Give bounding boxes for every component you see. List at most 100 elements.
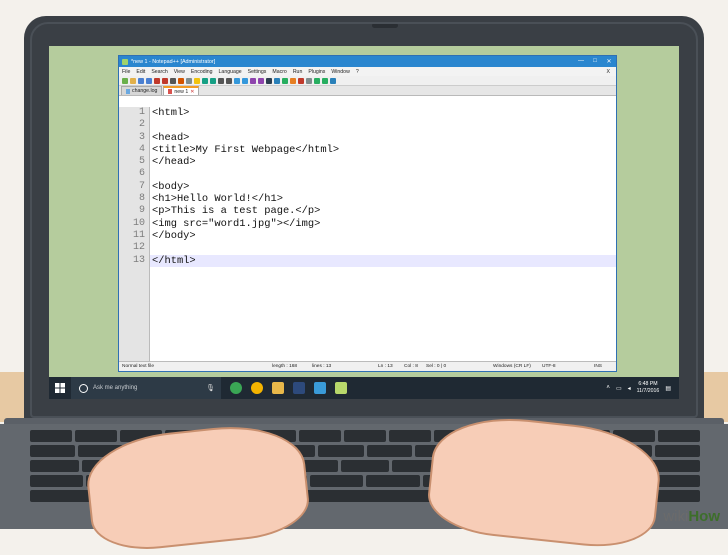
notepadpp-icon (122, 58, 128, 65)
webcam (372, 23, 398, 28)
record-macro-icon[interactable] (298, 77, 304, 84)
line-number: 10 (132, 217, 145, 229)
photoshop-icon[interactable] (293, 382, 305, 394)
editor-area[interactable]: 1 2 3 4 5 6 7 8 9 10 11 12 13 <html> <he… (119, 107, 616, 361)
find-icon[interactable] (218, 77, 224, 84)
menu-view[interactable]: View (174, 69, 185, 75)
menu-plugins[interactable]: Plugins (308, 69, 325, 75)
maximize-button[interactable]: □ (588, 58, 602, 65)
cortana-icon (79, 383, 88, 393)
code-line[interactable]: <h1>Hello World!</h1> (150, 193, 616, 205)
menu-macro[interactable]: Macro (272, 69, 286, 75)
menu-help[interactable]: ? (356, 69, 359, 75)
notifications-icon[interactable]: ▤ (665, 385, 671, 392)
line-number: 13 (132, 254, 145, 266)
code-line[interactable]: </head> (150, 156, 616, 168)
cortana-search[interactable]: Ask me anything 🎙 (71, 377, 221, 399)
line-number: 1 (138, 107, 145, 118)
menu-search[interactable]: Search (151, 69, 167, 75)
code-line[interactable]: </body> (150, 230, 616, 242)
file-icon (126, 88, 130, 94)
sync-scroll-icon[interactable] (250, 77, 256, 84)
line-number: 7 (138, 180, 145, 192)
unsaved-file-icon (168, 89, 173, 94)
volume-icon[interactable]: ◂ (628, 385, 631, 392)
close-all-icon[interactable] (162, 77, 168, 84)
code-line[interactable] (150, 119, 616, 131)
system-tray: ˄ ▭ ◂ 6:48 PM 11/7/2016 ▤ (606, 381, 679, 395)
xbox-icon[interactable] (230, 382, 242, 394)
tab-change-log[interactable]: change.log (121, 86, 163, 95)
zoom-in-icon[interactable] (234, 77, 240, 84)
minimize-button[interactable]: — (574, 58, 588, 65)
cut-icon[interactable] (178, 77, 184, 84)
line-position-status: Ln : 13 (378, 364, 393, 369)
line-number: 4 (138, 143, 145, 155)
open-file-icon[interactable] (130, 77, 136, 84)
replace-icon[interactable] (226, 77, 232, 84)
tab-close-icon[interactable]: ✕ (190, 89, 194, 95)
file-type-status: Normal text file (122, 364, 154, 369)
doc-map-icon[interactable] (282, 77, 288, 84)
menu-run[interactable]: Run (293, 69, 303, 75)
close-file-icon[interactable] (154, 77, 160, 84)
show-all-chars-icon[interactable] (266, 77, 272, 84)
code-line[interactable]: <html> (150, 107, 616, 119)
tab-label: change.log (132, 88, 158, 94)
window-title: *new 1 - Notepad++ [Administrator] (131, 58, 216, 65)
close-button[interactable]: ✕ (602, 58, 616, 65)
play-macro-icon[interactable] (314, 77, 320, 84)
close-document-icon[interactable]: X (607, 69, 610, 75)
menu-edit[interactable]: Edit (136, 69, 145, 75)
chrome-icon[interactable] (251, 382, 263, 394)
code-line[interactable]: <title>My First Webpage</html> (150, 144, 616, 156)
stop-macro-icon[interactable] (306, 77, 312, 84)
current-code-line[interactable]: </html> (150, 254, 616, 267)
selection-status: Sel : 0 | 0 (426, 364, 447, 369)
menu-file[interactable]: File (122, 69, 130, 75)
paste-icon[interactable] (194, 77, 200, 84)
code-line[interactable]: <head> (150, 132, 616, 144)
line-number: 12 (132, 242, 145, 254)
menu-bar: File Edit Search View Encoding Language … (119, 67, 616, 76)
start-button[interactable] (49, 377, 71, 399)
microphone-icon[interactable]: 🎙 (206, 384, 215, 392)
undo-icon[interactable] (202, 77, 208, 84)
code-line[interactable]: <body> (150, 181, 616, 193)
menu-settings[interactable]: Settings (248, 69, 267, 75)
line-number: 8 (138, 193, 145, 205)
zoom-out-icon[interactable] (242, 77, 248, 84)
edge-icon[interactable] (314, 382, 326, 394)
save-icon[interactable] (138, 77, 144, 84)
save-all-icon[interactable] (146, 77, 152, 84)
code-line[interactable] (150, 168, 616, 180)
file-explorer-icon[interactable] (272, 382, 284, 394)
run-macro-multiple-icon[interactable] (322, 77, 328, 84)
word-wrap-icon[interactable] (258, 77, 264, 84)
save-macro-icon[interactable] (330, 77, 336, 84)
lines-status: lines : 13 (312, 364, 332, 369)
network-icon[interactable]: ▭ (616, 385, 622, 392)
indent-guide-icon[interactable] (274, 77, 280, 84)
code-line[interactable] (150, 242, 616, 254)
menu-language[interactable]: Language (219, 69, 242, 75)
menu-encoding[interactable]: Encoding (191, 69, 213, 75)
title-bar[interactable]: *new 1 - Notepad++ [Administrator] — □ ✕ (119, 56, 616, 67)
function-list-icon[interactable] (290, 77, 296, 84)
insert-mode-status: INS (594, 364, 602, 369)
redo-icon[interactable] (210, 77, 216, 84)
print-icon[interactable] (170, 77, 176, 84)
menu-window[interactable]: Window (331, 69, 349, 75)
code-line[interactable]: <img src="word1.jpg"></img> (150, 218, 616, 230)
notepadpp-taskbar-icon[interactable] (335, 382, 347, 394)
column-status: Col : 8 (404, 364, 418, 369)
code-text[interactable]: <html> <head> <title>My First Webpage</h… (150, 107, 616, 361)
new-file-icon[interactable] (122, 77, 128, 84)
tab-new-1[interactable]: new 1 ✕ (163, 86, 200, 95)
eol-status: Windows (CR LF) (493, 364, 531, 369)
line-number: 6 (138, 168, 145, 180)
clock[interactable]: 6:48 PM 11/7/2016 (637, 381, 660, 395)
chevron-up-icon[interactable]: ˄ (606, 385, 610, 391)
code-line[interactable]: <p>This is a test page.</p> (150, 205, 616, 217)
copy-icon[interactable] (186, 77, 192, 84)
